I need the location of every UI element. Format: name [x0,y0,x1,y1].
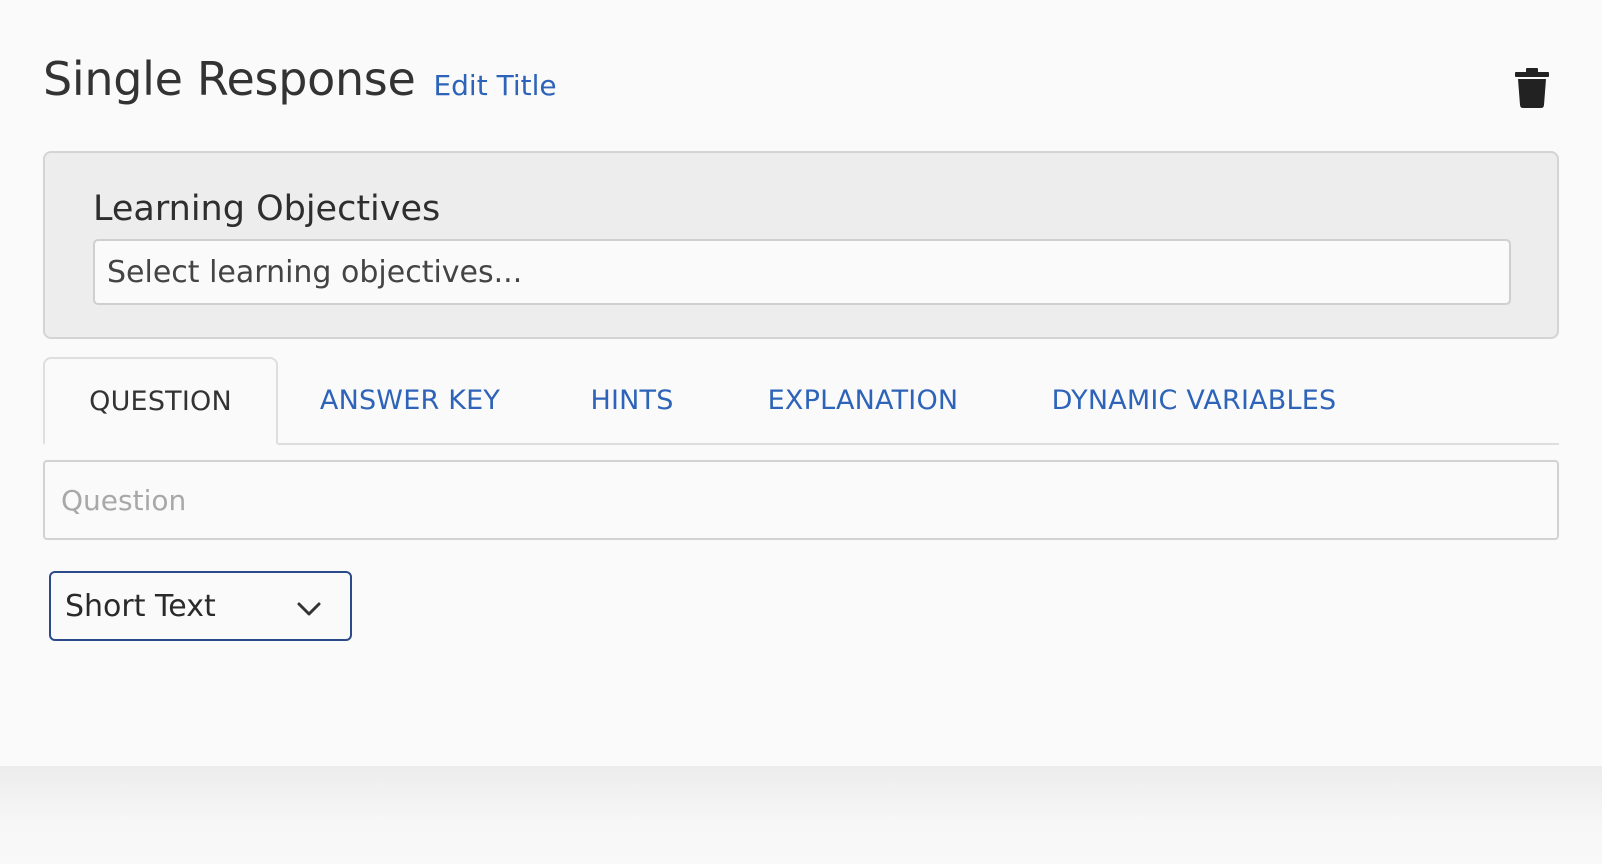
response-type-select[interactable]: Short Text [49,571,352,641]
question-editor-card: Single Response Edit Title Learning Obje… [0,0,1602,766]
edit-title-link[interactable]: Edit Title [433,69,556,102]
tab-bar: QUESTION ANSWER KEY HINTS EXPLANATION DY… [43,357,1559,445]
tab-explanation[interactable]: EXPLANATION [765,357,961,443]
tab-hints[interactable]: HINTS [579,357,685,443]
chevron-down-icon [296,595,322,621]
trash-icon[interactable] [1514,68,1550,108]
learning-objectives-placeholder: Select learning objectives... [107,254,523,290]
question-input[interactable]: Question [43,460,1559,540]
editor-header: Single Response Edit Title [43,52,557,106]
question-placeholder: Question [61,483,187,517]
learning-objectives-label: Learning Objectives [93,189,441,229]
learning-objectives-select[interactable]: Select learning objectives... [93,239,1511,305]
page-title: Single Response [43,52,416,106]
tab-question[interactable]: QUESTION [43,357,278,445]
tab-answer-key[interactable]: ANSWER KEY [313,357,507,443]
tab-dynamic-variables[interactable]: DYNAMIC VARIABLES [1046,357,1342,443]
learning-objectives-panel: Learning Objectives Select learning obje… [43,151,1559,339]
page-background [0,766,1602,864]
response-type-value: Short Text [65,588,216,624]
